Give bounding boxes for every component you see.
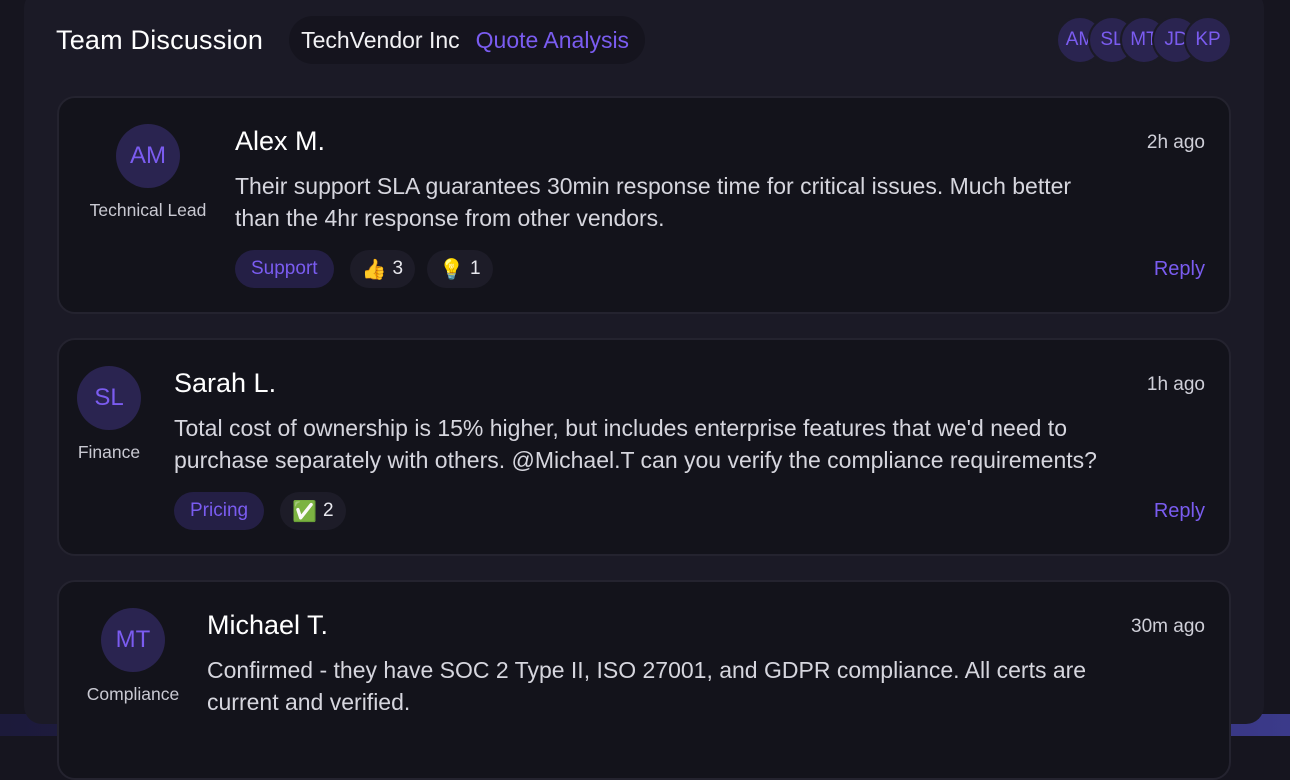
- message-line: purchase separately with others. @Michae…: [174, 444, 1097, 476]
- author-name: Alex M.: [235, 126, 325, 157]
- topic-tag[interactable]: Pricing: [174, 492, 264, 530]
- reply-button[interactable]: Reply: [1154, 500, 1205, 523]
- avatar[interactable]: SL: [77, 366, 141, 430]
- author-name: Michael T.: [207, 610, 328, 641]
- message-card: MT Compliance Michael T. 30m ago Confirm…: [57, 580, 1231, 780]
- analysis-link[interactable]: Quote Analysis: [476, 27, 629, 54]
- author-role: Compliance: [87, 684, 179, 705]
- message-timestamp: 2h ago: [1147, 132, 1205, 154]
- message-footer: Support 👍 3 💡 1: [235, 250, 493, 288]
- author-info: SL Finance: [77, 366, 141, 463]
- author-role: Finance: [78, 442, 140, 463]
- avatar[interactable]: AM: [116, 124, 180, 188]
- discussion-header: Team Discussion TechVendor Inc Quote Ana…: [56, 14, 1232, 66]
- message-line: Total cost of ownership is 15% higher, b…: [174, 412, 1097, 444]
- check-mark-icon: ✅: [292, 499, 317, 524]
- lightbulb-icon: 💡: [439, 257, 464, 282]
- page-title: Team Discussion: [56, 25, 263, 56]
- avatar[interactable]: MT: [101, 608, 165, 672]
- reply-button[interactable]: Reply: [1154, 258, 1205, 281]
- author-info: AM Technical Lead: [83, 124, 213, 221]
- message-timestamp: 30m ago: [1131, 616, 1205, 638]
- reaction-button[interactable]: 👍 3: [350, 250, 415, 288]
- message-card: SL Finance Sarah L. 1h ago Total cost of…: [57, 338, 1231, 556]
- message-footer: Pricing ✅ 2: [174, 492, 346, 530]
- thumbs-up-icon: 👍: [362, 257, 387, 282]
- participant-avatars: AM SL MT JD KP: [1056, 16, 1232, 64]
- reaction-button[interactable]: ✅ 2: [280, 492, 345, 530]
- reaction-count: 2: [323, 500, 334, 522]
- message-body: Their support SLA guarantees 30min respo…: [235, 170, 1071, 234]
- author-role: Technical Lead: [90, 200, 207, 221]
- topic-tag[interactable]: Support: [235, 250, 334, 288]
- reaction-count: 3: [392, 258, 403, 280]
- message-timestamp: 1h ago: [1147, 374, 1205, 396]
- reaction-button[interactable]: 💡 1: [427, 250, 492, 288]
- message-line: Their support SLA guarantees 30min respo…: [235, 170, 1071, 202]
- message-line: Confirmed - they have SOC 2 Type II, ISO…: [207, 654, 1086, 686]
- avatar[interactable]: KP: [1184, 16, 1232, 64]
- message-line: current and verified.: [207, 686, 1086, 718]
- vendor-name: TechVendor Inc: [301, 27, 460, 54]
- author-info: MT Compliance: [81, 608, 185, 705]
- author-name: Sarah L.: [174, 368, 276, 399]
- message-body: Total cost of ownership is 15% higher, b…: [174, 412, 1097, 476]
- context-pill[interactable]: TechVendor Inc Quote Analysis: [289, 16, 645, 64]
- message-card: AM Technical Lead Alex M. 2h ago Their s…: [57, 96, 1231, 314]
- message-body: Confirmed - they have SOC 2 Type II, ISO…: [207, 654, 1086, 718]
- message-line: than the 4hr response from other vendors…: [235, 202, 1071, 234]
- reaction-count: 1: [470, 258, 481, 280]
